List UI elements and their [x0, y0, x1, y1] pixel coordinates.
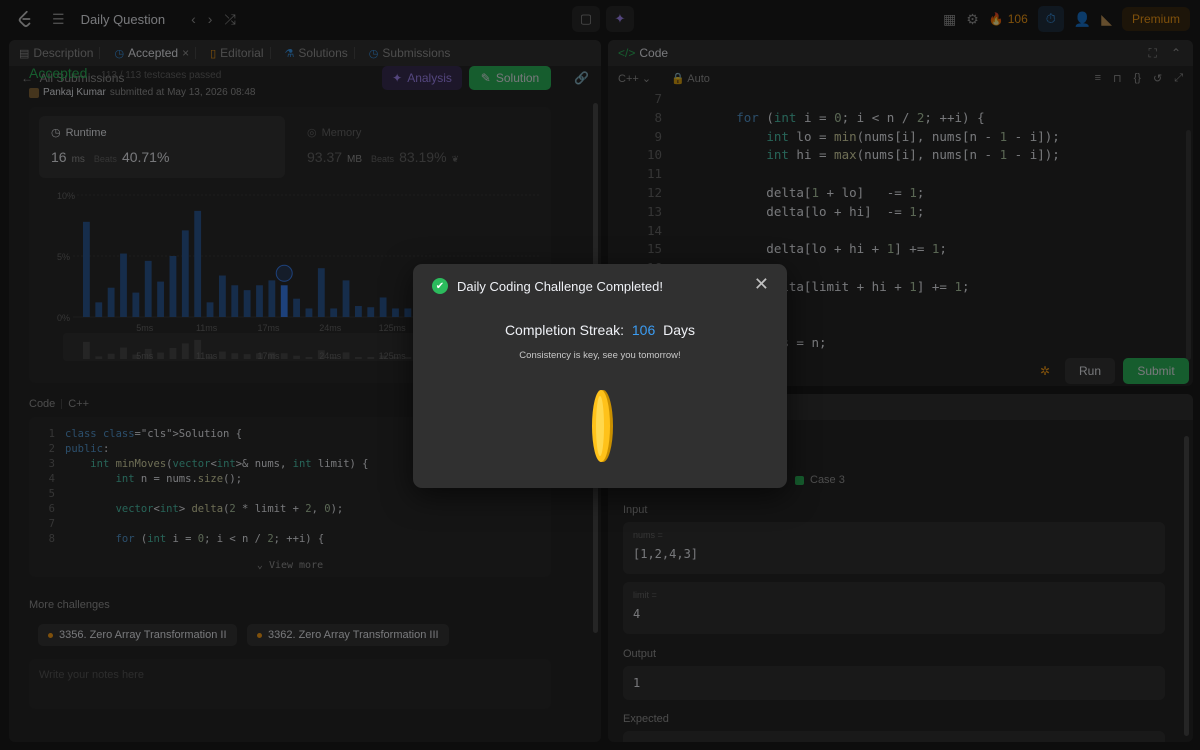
modal-title: Daily Coding Challenge Completed!	[457, 278, 663, 294]
streak-modal: ✔ Daily Coding Challenge Completed! ✕ Co…	[413, 264, 787, 488]
close-icon[interactable]: ✕	[754, 274, 769, 295]
streak-line: Completion Streak: 106 Days	[504, 322, 696, 338]
modal-header: ✔ Daily Coding Challenge Completed!	[432, 278, 663, 294]
modal-subtitle: Consistency is key, see you tomorrow!	[519, 350, 681, 361]
coin-icon	[592, 390, 613, 462]
streak-count: 106	[631, 322, 656, 338]
check-circle-icon: ✔	[432, 278, 448, 294]
